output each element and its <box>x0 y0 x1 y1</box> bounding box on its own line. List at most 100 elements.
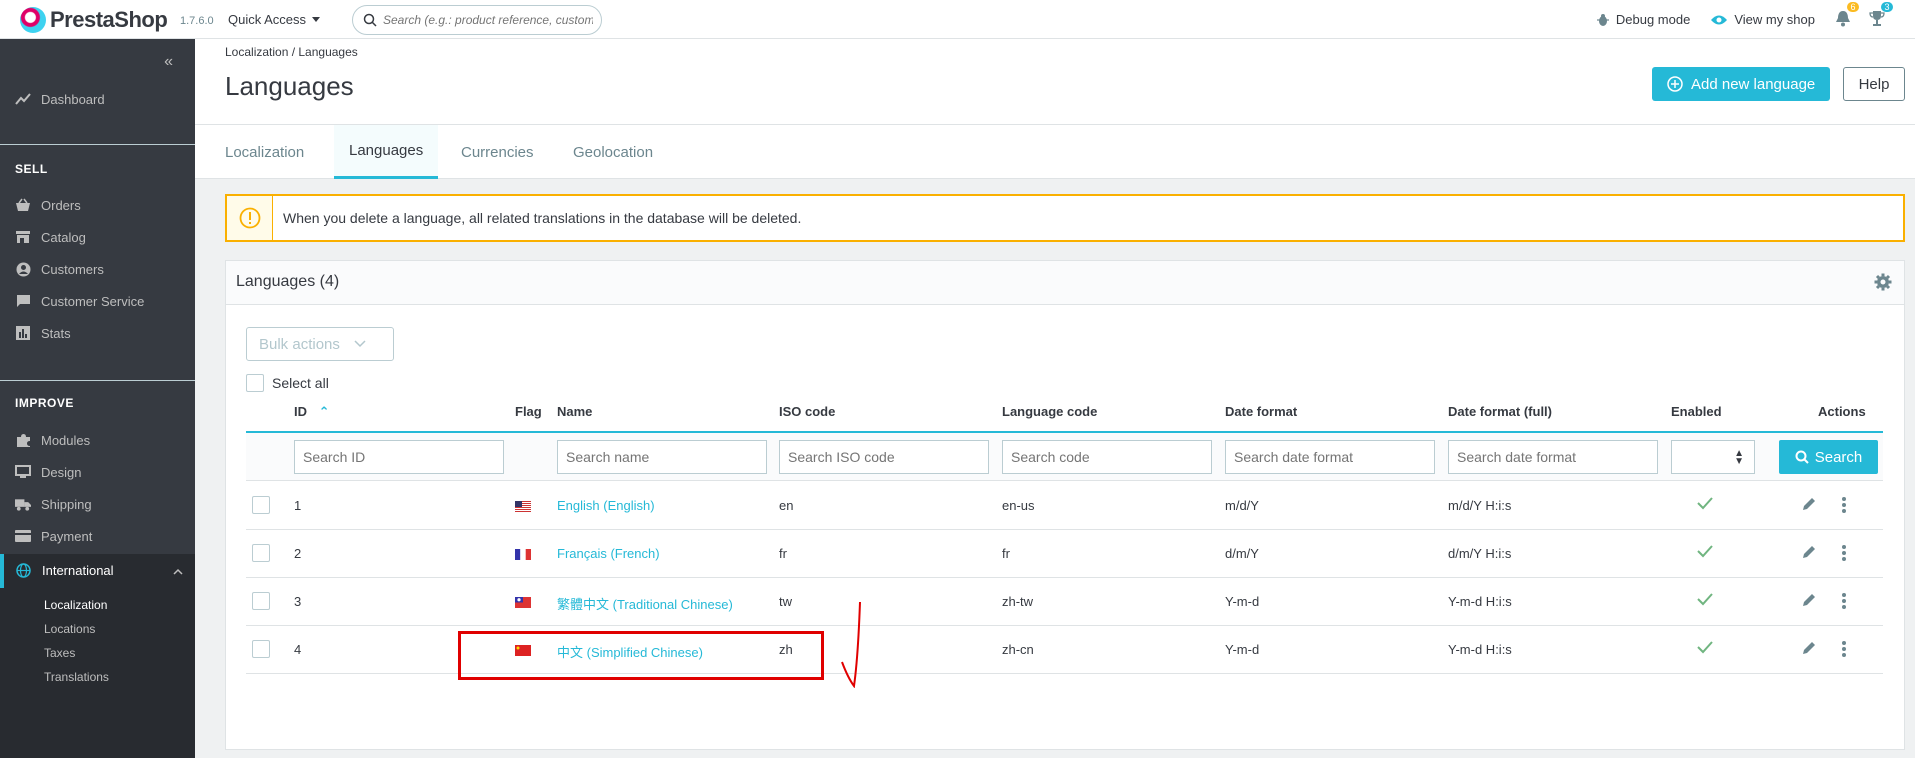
cell-iso: fr <box>779 546 787 561</box>
edit-pencil-icon[interactable] <box>1801 640 1817 656</box>
sidebar-item-modules[interactable]: Modules <box>15 432 90 448</box>
sidebar-item-shipping[interactable]: Shipping <box>15 496 92 512</box>
add-circle-icon <box>1667 76 1683 92</box>
sidebar-subitem-taxes[interactable]: Taxes <box>44 646 75 660</box>
cell-date-full: d/m/Y H:i:s <box>1448 546 1512 561</box>
sort-arrows-icon: ▲ ▼ <box>1734 448 1744 467</box>
add-new-language-label: Add new language <box>1691 75 1816 93</box>
select-all[interactable]: Select all <box>246 374 329 392</box>
cell-name-link[interactable]: English (English) <box>557 498 655 513</box>
cell-code: zh-cn <box>1002 642 1034 657</box>
prestashop-logo[interactable]: PrestaShop <box>20 7 168 33</box>
sidebar-item-label: Shipping <box>41 496 92 512</box>
row-checkbox[interactable] <box>252 592 270 610</box>
breadcrumb[interactable]: Localization / Languages <box>225 45 358 59</box>
gear-icon[interactable] <box>1874 273 1892 294</box>
sidebar-item-label: Modules <box>41 432 91 448</box>
sidebar-item-design[interactable]: Design <box>15 464 81 480</box>
desktop-icon <box>15 464 31 480</box>
column-header-name[interactable]: Name <box>557 404 592 419</box>
cell-code: fr <box>1002 546 1010 561</box>
sidebar-item-international[interactable]: International <box>0 554 195 588</box>
sidebar-item-orders[interactable]: Orders <box>15 197 81 213</box>
edit-pencil-icon[interactable] <box>1801 544 1817 560</box>
bell-icon <box>1836 10 1850 26</box>
annotation-checkmark-icon <box>841 601 861 688</box>
collapse-sidebar-icon[interactable]: « <box>164 53 173 71</box>
column-header-id[interactable]: ID ⌃ <box>294 404 330 420</box>
sidebar-item-customers[interactable]: Customers <box>15 261 104 277</box>
page-title: Languages <box>225 71 354 101</box>
version-label: 1.7.6.0 <box>180 15 214 27</box>
cell-date: d/m/Y <box>1225 546 1259 561</box>
sidebar-item-payment[interactable]: Payment <box>15 528 92 544</box>
filter-date-input[interactable] <box>1225 440 1435 474</box>
table-row[interactable]: 3 繁體中文 (Traditional Chinese) tw zh-tw Y-… <box>246 578 1883 626</box>
more-vertical-icon[interactable] <box>1841 544 1847 562</box>
trophy-badge: 3 <box>1881 1 1893 12</box>
cell-id: 4 <box>294 642 302 657</box>
sidebar-item-stats[interactable]: Stats <box>15 325 71 341</box>
sidebar-item-customer-service[interactable]: Customer Service <box>15 293 144 309</box>
sidebar-divider <box>0 144 195 145</box>
more-vertical-icon[interactable] <box>1841 496 1847 514</box>
column-header-language-code[interactable]: Language code <box>1002 404 1097 419</box>
help-button[interactable]: Help <box>1843 67 1905 101</box>
filter-code-input[interactable] <box>1002 440 1212 474</box>
sort-asc-icon[interactable]: ⌃ <box>319 404 330 419</box>
quick-access-dropdown[interactable]: Quick Access <box>228 12 321 27</box>
table-row[interactable]: 1 English (English) en en-us m/d/Y m/d/Y… <box>246 482 1883 530</box>
cell-code: en-us <box>1002 498 1035 513</box>
tab-geolocation[interactable]: Geolocation <box>558 125 668 179</box>
view-shop-link[interactable]: View my shop <box>1710 12 1815 27</box>
sidebar-subitem-translations[interactable]: Translations <box>44 670 109 684</box>
sidebar-subitem-locations[interactable]: Locations <box>44 622 95 636</box>
bulk-actions-button[interactable]: Bulk actions <box>246 327 394 361</box>
row-checkbox[interactable] <box>252 640 270 658</box>
filter-row: ▲▼ Search <box>246 433 1883 481</box>
page-header: Localization / Languages Languages Add n… <box>195 39 1915 124</box>
column-header-iso[interactable]: ISO code <box>779 404 835 419</box>
filter-iso-input[interactable] <box>779 440 989 474</box>
sidebar-item-dashboard[interactable]: Dashboard <box>15 91 105 107</box>
sidebar-section-improve: IMPROVE <box>15 396 74 410</box>
row-checkbox[interactable] <box>252 496 270 514</box>
store-icon <box>15 229 31 245</box>
caret-down-icon <box>312 17 321 22</box>
sidebar-item-catalog[interactable]: Catalog <box>15 229 86 245</box>
tab-currencies[interactable]: Currencies <box>446 125 549 179</box>
check-icon[interactable] <box>1696 496 1714 510</box>
cell-name-link[interactable]: Français (French) <box>557 546 660 561</box>
table-row[interactable]: 2 Français (French) fr fr d/m/Y d/m/Y H:… <box>246 530 1883 578</box>
select-all-checkbox[interactable] <box>246 374 264 392</box>
edit-pencil-icon[interactable] <box>1801 496 1817 512</box>
trophy-button[interactable]: 3 <box>1869 1 1893 30</box>
column-header-date-format[interactable]: Date format <box>1225 404 1297 419</box>
filter-enabled-select[interactable]: ▲ ▼ <box>1671 440 1755 474</box>
row-checkbox[interactable] <box>252 544 270 562</box>
tab-localization[interactable]: Localization <box>210 125 319 179</box>
cell-name-link[interactable]: 繁體中文 (Traditional Chinese) <box>557 594 733 613</box>
column-header-enabled[interactable]: Enabled <box>1671 404 1722 419</box>
global-search[interactable] <box>352 5 602 35</box>
main-content: Localization / Languages Languages Add n… <box>195 39 1915 750</box>
filter-id-input[interactable] <box>294 440 504 474</box>
check-icon[interactable] <box>1696 640 1714 654</box>
add-new-language-button[interactable]: Add new language <box>1652 67 1831 101</box>
more-vertical-icon[interactable] <box>1841 592 1847 610</box>
tab-languages[interactable]: Languages <box>334 125 439 179</box>
notifications-bell[interactable]: 6 <box>1835 1 1859 30</box>
search-button[interactable]: Search <box>1779 440 1878 474</box>
debug-mode-link[interactable]: Debug mode <box>1596 12 1690 27</box>
search-input[interactable] <box>383 13 593 27</box>
filter-name-input[interactable] <box>557 440 767 474</box>
filter-date-full-input[interactable] <box>1448 440 1658 474</box>
sidebar: « Dashboard SELL Orders Catalog Customer… <box>0 39 195 758</box>
check-icon[interactable] <box>1696 544 1714 558</box>
chat-icon <box>15 293 31 309</box>
column-header-date-format-full[interactable]: Date format (full) <box>1448 404 1552 419</box>
sidebar-subitem-localization[interactable]: Localization <box>44 598 107 612</box>
more-vertical-icon[interactable] <box>1841 640 1847 658</box>
edit-pencil-icon[interactable] <box>1801 592 1817 608</box>
check-icon[interactable] <box>1696 592 1714 606</box>
